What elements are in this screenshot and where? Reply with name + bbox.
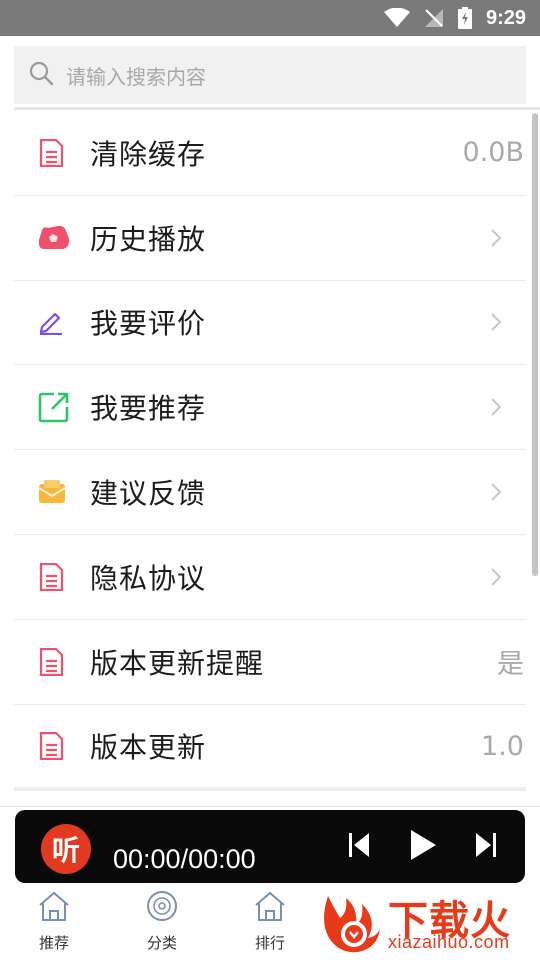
search-input[interactable]: 请输入搜索内容 (14, 46, 526, 104)
search-icon (28, 60, 54, 90)
history-cloud-icon (14, 196, 90, 280)
document-icon (14, 535, 90, 619)
pencil-icon (14, 281, 90, 365)
settings-row-label: 我要评价 (90, 307, 207, 341)
battery-icon (457, 7, 472, 29)
chevron-right-icon (490, 312, 502, 336)
settings-row-label: 隐私协议 (90, 561, 207, 595)
no-signal-icon (424, 8, 444, 28)
play-icon[interactable] (408, 828, 438, 866)
disc-icon (145, 890, 179, 926)
player-logo: 听 (41, 824, 91, 874)
settings-row-version[interactable]: 版本更新 1.0 (14, 705, 526, 790)
chevron-right-icon (490, 567, 502, 591)
version-value: 1.0 (481, 730, 524, 762)
flame-logo-icon (318, 890, 384, 960)
tab-recommend[interactable]: 推荐 (14, 890, 94, 953)
settings-row-label: 建议反馈 (90, 477, 207, 511)
mini-player[interactable]: 听 00:00/00:00 (15, 810, 525, 883)
settings-row-label: 历史播放 (90, 222, 207, 256)
settings-row-clear-cache[interactable]: 清除缓存 0.0B (14, 111, 526, 196)
list-end-divider (14, 787, 526, 791)
tab-label: 分类 (146, 934, 177, 952)
settings-row-label: 版本更新 (90, 731, 207, 765)
watermark-url: xiazaihuo.com (388, 932, 510, 952)
home-icon (37, 890, 71, 926)
settings-row-history[interactable]: 历史播放 (14, 196, 526, 281)
tabbar-divider (0, 806, 540, 807)
chevron-right-icon (490, 228, 502, 252)
tab-category[interactable]: 分类 (122, 890, 202, 953)
settings-row-label: 版本更新提醒 (90, 646, 265, 680)
settings-row-privacy[interactable]: 隐私协议 (14, 535, 526, 620)
list-scrollbar[interactable] (532, 113, 538, 576)
share-icon (14, 365, 90, 449)
watermark: 下载火 xiazaihuo.com (318, 884, 540, 960)
status-bar: 9:29 (0, 0, 540, 36)
update-reminder-value: 是 (497, 649, 524, 681)
previous-icon[interactable] (347, 830, 371, 864)
player-time: 00:00/00:00 (113, 844, 256, 874)
settings-row-rate[interactable]: 我要评价 (14, 281, 526, 366)
settings-row-feedback[interactable]: 建议反馈 (14, 450, 526, 535)
home-icon (253, 890, 287, 926)
settings-row-recommend[interactable]: 我要推荐 (14, 365, 526, 451)
tab-label: 排行 (254, 934, 285, 952)
document-icon (14, 620, 90, 704)
settings-row-label: 清除缓存 (90, 137, 207, 171)
document-icon (14, 111, 90, 195)
search-placeholder: 请输入搜索内容 (66, 64, 206, 89)
settings-list: 清除缓存 0.0B 历史播放 我要评价 我要推荐 建议反馈 隐私协议 版本更新提… (14, 111, 526, 790)
search-bar: 请输入搜索内容 (0, 36, 540, 108)
search-divider (14, 107, 540, 110)
settings-row-update-reminder[interactable]: 版本更新提醒 是 (14, 620, 526, 705)
envelope-icon (14, 450, 90, 534)
document-icon (14, 705, 90, 789)
chevron-right-icon (490, 482, 502, 506)
cache-size-value: 0.0B (462, 137, 524, 169)
next-icon[interactable] (474, 830, 498, 864)
chevron-right-icon (490, 397, 502, 421)
settings-row-label: 我要推荐 (90, 392, 207, 426)
tab-label: 推荐 (38, 934, 69, 952)
tab-ranking[interactable]: 排行 (230, 890, 310, 953)
wifi-icon (383, 8, 410, 28)
status-time: 9:29 (485, 6, 526, 29)
